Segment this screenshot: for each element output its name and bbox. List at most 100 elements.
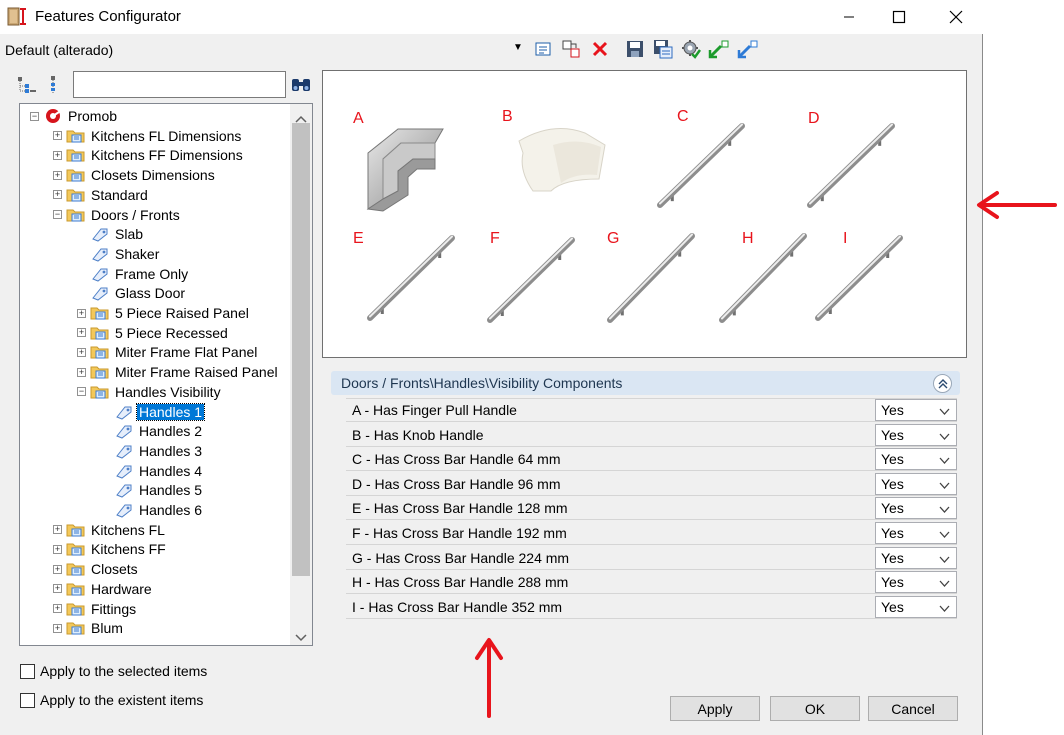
properties-group-title: Doors / Fronts\Handles\Visibility Compon… bbox=[341, 375, 623, 391]
property-label: D - Has Cross Bar Handle 96 mm bbox=[352, 475, 561, 492]
tree-item-label: Handles 2 bbox=[139, 423, 203, 440]
tree-item[interactable]: + Fittings bbox=[53, 599, 138, 619]
tree-item[interactable]: Handles 6 bbox=[101, 500, 204, 520]
scroll-down-icon[interactable] bbox=[295, 629, 307, 645]
annotation-arrow-up-icon bbox=[472, 636, 506, 723]
expand-node-icon[interactable]: + bbox=[53, 623, 62, 633]
tree-item-label: Hardware bbox=[91, 580, 152, 597]
property-label: C - Has Cross Bar Handle 64 mm bbox=[352, 451, 561, 468]
tree-item[interactable]: Handles 4 bbox=[101, 461, 204, 481]
expand-node-icon[interactable]: + bbox=[53, 564, 62, 574]
tag-icon bbox=[114, 482, 134, 498]
tree-item[interactable]: Handles 1 bbox=[101, 402, 206, 422]
tree-item-label: Closets bbox=[91, 561, 138, 578]
tree-item[interactable]: Handles 3 bbox=[101, 441, 204, 461]
property-label: F - Has Cross Bar Handle 192 mm bbox=[352, 525, 567, 541]
folder-icon bbox=[90, 364, 110, 380]
property-row: B - Has Knob Handle Yes bbox=[346, 423, 957, 447]
property-value-select[interactable]: Yes bbox=[875, 472, 957, 495]
property-row: I - Has Cross Bar Handle 352 mm Yes bbox=[346, 595, 957, 619]
tree-item-label: Kitchens FL bbox=[91, 521, 165, 538]
tree-item-label: Miter Frame Raised Panel bbox=[115, 364, 278, 381]
folder-icon bbox=[90, 384, 110, 400]
chevron-down-icon[interactable] bbox=[939, 403, 950, 419]
tag-icon bbox=[114, 423, 134, 439]
tag-icon bbox=[114, 443, 134, 459]
property-label: E - Has Cross Bar Handle 128 mm bbox=[352, 500, 568, 517]
property-value-text: Yes bbox=[881, 574, 904, 591]
property-value-text: Yes bbox=[881, 451, 904, 468]
folder-icon bbox=[66, 601, 86, 617]
annotation-arrow-left-icon bbox=[975, 190, 1059, 223]
property-value-text: Yes bbox=[881, 402, 904, 418]
chevron-down-icon[interactable] bbox=[939, 600, 950, 616]
property-value-select[interactable]: Yes bbox=[875, 497, 957, 520]
chevron-down-icon[interactable] bbox=[939, 428, 950, 444]
property-value-text: Yes bbox=[881, 549, 904, 566]
property-label: A - Has Finger Pull Handle bbox=[352, 402, 517, 418]
property-value-select[interactable]: Yes bbox=[875, 399, 957, 421]
property-value-select[interactable]: Yes bbox=[875, 522, 957, 544]
chevron-down-icon[interactable] bbox=[939, 452, 950, 468]
tree-item[interactable]: + Hardware bbox=[53, 579, 154, 599]
tag-icon bbox=[114, 463, 134, 479]
property-row: E - Has Cross Bar Handle 128 mm Yes bbox=[346, 496, 957, 521]
property-value-select[interactable]: Yes bbox=[875, 571, 957, 594]
cancel-button[interactable]: Cancel bbox=[868, 696, 958, 721]
chevron-down-icon[interactable] bbox=[939, 501, 950, 517]
tree-item-label: Handles Visibility bbox=[115, 383, 221, 400]
property-row: F - Has Cross Bar Handle 192 mm Yes bbox=[346, 521, 957, 545]
property-row: H - Has Cross Bar Handle 288 mm Yes bbox=[346, 570, 957, 595]
tree-item[interactable]: + Blum bbox=[53, 618, 125, 638]
tree-item[interactable]: Handles 5 bbox=[101, 480, 204, 500]
tree-item[interactable]: + Kitchens FF bbox=[53, 539, 168, 559]
tag-icon bbox=[114, 502, 134, 518]
chevron-down-icon[interactable] bbox=[939, 551, 950, 567]
expand-node-icon[interactable]: + bbox=[53, 604, 62, 613]
expand-node-icon[interactable]: + bbox=[53, 525, 62, 535]
tree-item[interactable]: − Handles Visibility bbox=[77, 382, 223, 402]
apply-button[interactable]: Apply bbox=[670, 696, 760, 721]
tree-item-label: Fittings bbox=[91, 600, 137, 617]
tree-item[interactable]: + Miter Frame Raised Panel bbox=[77, 362, 280, 382]
property-row: A - Has Finger Pull Handle Yes bbox=[346, 398, 957, 422]
property-row: C - Has Cross Bar Handle 64 mm Yes bbox=[346, 447, 957, 472]
collapse-node-icon[interactable]: − bbox=[77, 387, 86, 397]
apply-selected-label: Apply to the selected items bbox=[40, 663, 208, 679]
apply-selected-checkbox[interactable] bbox=[20, 664, 35, 679]
property-value-select[interactable]: Yes bbox=[875, 448, 957, 471]
tree-item[interactable]: + Kitchens FL bbox=[53, 520, 167, 540]
property-value-select[interactable]: Yes bbox=[875, 546, 957, 569]
property-label: I - Has Cross Bar Handle 352 mm bbox=[352, 598, 563, 615]
property-row: D - Has Cross Bar Handle 96 mm Yes bbox=[346, 472, 957, 496]
tree-item-label: Handles 3 bbox=[139, 442, 203, 459]
apply-existent-checkbox[interactable] bbox=[20, 693, 35, 708]
tree-item-label: Kitchens FF bbox=[91, 541, 166, 558]
property-value-text: Yes bbox=[881, 598, 904, 615]
folder-icon bbox=[66, 541, 86, 557]
ok-button[interactable]: OK bbox=[770, 696, 860, 721]
collapse-group-button[interactable] bbox=[933, 374, 952, 393]
tree-item-label: Handles 6 bbox=[139, 502, 203, 518]
property-label: H - Has Cross Bar Handle 288 mm bbox=[352, 574, 569, 591]
apply-existent-label: Apply to the existent items bbox=[40, 692, 204, 708]
tree-item-label: Handles 5 bbox=[139, 482, 203, 499]
tree-item-label: Handles 4 bbox=[139, 462, 203, 479]
property-value-select[interactable]: Yes bbox=[875, 595, 957, 618]
folder-icon bbox=[66, 620, 86, 636]
chevron-down-icon[interactable] bbox=[939, 575, 950, 591]
tree-item[interactable]: Handles 2 bbox=[101, 421, 204, 441]
chevron-down-icon[interactable] bbox=[939, 477, 950, 493]
chevron-down-icon[interactable] bbox=[939, 526, 950, 542]
property-value-text: Yes bbox=[881, 525, 904, 541]
property-value-text: Yes bbox=[881, 500, 904, 517]
expand-node-icon[interactable]: + bbox=[53, 584, 62, 594]
expand-node-icon[interactable]: + bbox=[53, 544, 62, 554]
folder-icon bbox=[66, 561, 86, 577]
property-row: G - Has Cross Bar Handle 224 mm Yes bbox=[346, 546, 957, 570]
property-label: G - Has Cross Bar Handle 224 mm bbox=[352, 549, 570, 566]
tree-item[interactable]: + Closets bbox=[53, 559, 140, 579]
property-value-text: Yes bbox=[881, 426, 904, 443]
property-value-select[interactable]: Yes bbox=[875, 423, 957, 446]
expand-node-icon[interactable]: + bbox=[77, 367, 86, 377]
